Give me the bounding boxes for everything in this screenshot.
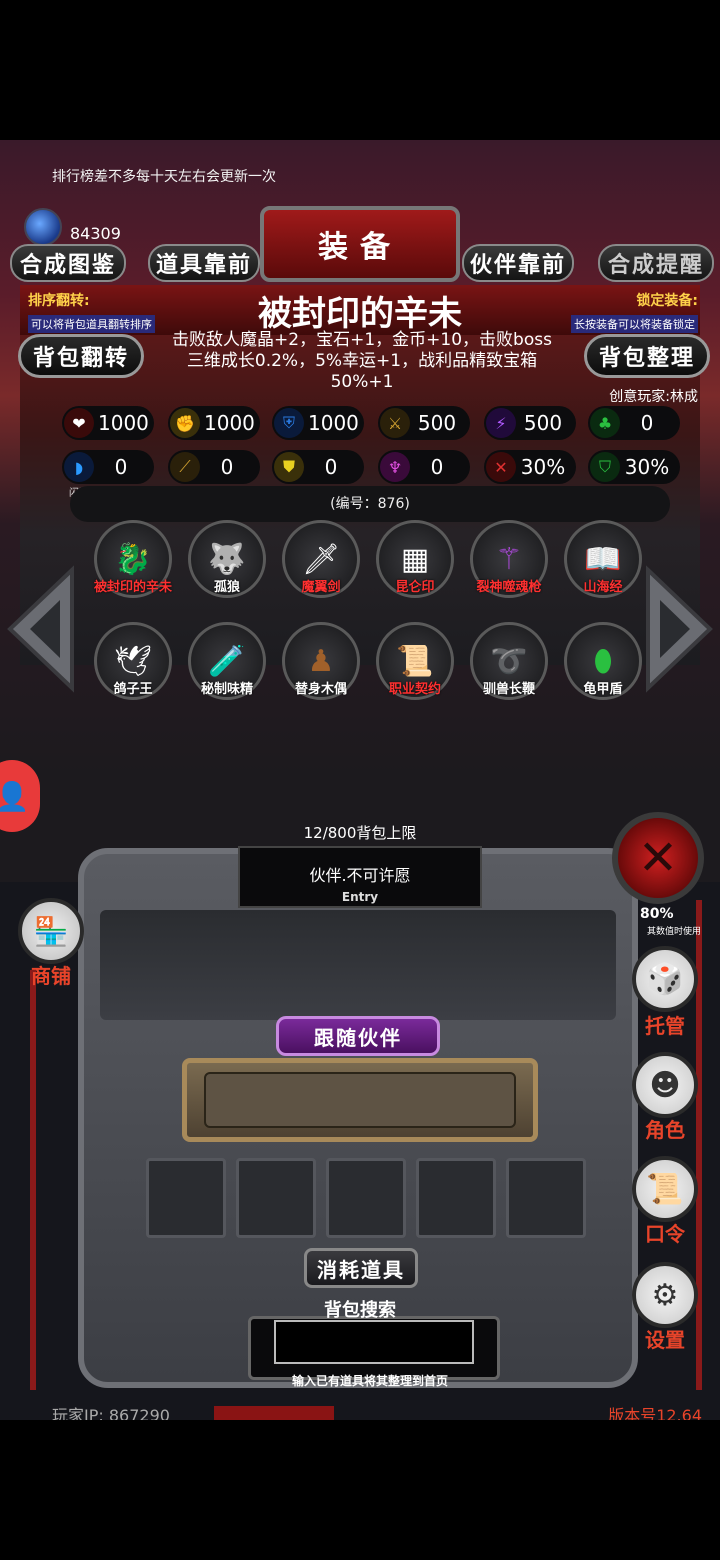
hood-icon: ☻ [649, 1067, 681, 1103]
settings-button[interactable]: ⚙ [632, 1262, 698, 1328]
consumable-slot-5[interactable] [506, 1158, 586, 1238]
lightning-icon: ⚡ [486, 408, 516, 438]
damage-down-icon: ⛉ [590, 452, 620, 482]
shop-button[interactable]: 🏪 [18, 898, 84, 964]
version-number: 版本号12.64 [608, 1406, 702, 1420]
consumable-slot-3[interactable] [326, 1158, 406, 1238]
bag-flip-button[interactable]: 背包翻转 [18, 334, 144, 378]
lock-equip-tag: 锁定装备: [636, 293, 698, 309]
equip-label-12: 龟甲盾 [583, 682, 623, 697]
avatar-button[interactable]: 👤 [0, 760, 40, 832]
armor-icon: ⛨ [274, 408, 304, 438]
search-label: 背包搜索 [324, 1300, 396, 1321]
player-ip: 玩家IP: 867290 [52, 1406, 170, 1420]
prev-page-arrow[interactable] [6, 564, 76, 694]
stat-damage-up: ✕ 30% 增伤 [484, 450, 576, 499]
character-button[interactable]: ☻ [632, 1052, 698, 1118]
dove-icon: 🕊 [113, 643, 153, 679]
item-description: 击败敌人魔晶+2，宝石+1，金币+10，击败boss 三维成长0.2%，5%幸运… [172, 330, 552, 392]
seal-icon: ▦ [400, 541, 430, 577]
close-panel-note: 其数值时使用 [646, 927, 701, 937]
equip-label-6: 山海经 [583, 580, 623, 595]
winged-sword-icon: 🗡 [301, 541, 341, 577]
stat-invincible: ♆ 0 无敌 [378, 450, 470, 499]
code-label: 口令 [645, 1222, 685, 1246]
code-button[interactable]: 📜 [632, 1156, 698, 1222]
auto-button[interactable]: 🎲 [632, 946, 698, 1012]
bag-search-input[interactable] [274, 1320, 474, 1364]
heart-icon: ❤ [64, 408, 94, 438]
items-front-button[interactable]: 道具靠前 [148, 244, 260, 282]
invincible-icon: ♆ [380, 452, 410, 482]
shop-icon: 🏪 [33, 914, 69, 948]
crit-icon: ⟋ [170, 452, 200, 482]
dice-icon: 🎲 [646, 961, 684, 997]
sort-flip-tag: 排序翻转: [28, 293, 90, 309]
chevron-left-icon [7, 565, 74, 693]
consumable-slot-4[interactable] [416, 1158, 496, 1238]
stat-armor: ⛨ 1000 [272, 406, 364, 440]
stat-dodge: ◗ 0 闪避 [62, 450, 154, 499]
contract-icon: 📜 [396, 643, 434, 679]
potion-icon: 🧪 [208, 643, 246, 679]
stat-block: ⛊ 0 格挡 [272, 450, 364, 499]
whip-icon: ➰ [490, 643, 528, 679]
dodge-icon: ◗ [64, 452, 94, 482]
spear-icon: ⚚ [495, 541, 523, 577]
partner-front-button[interactable]: 伙伴靠前 [462, 244, 574, 282]
currency-amount: 84309 [70, 224, 121, 243]
stat-magic: ⚡ 500 [484, 406, 576, 440]
clover-icon: ♣ [590, 408, 620, 438]
frame-accent-left [30, 970, 36, 1390]
wolf-icon: 🐺 [208, 541, 246, 577]
footer-bar [214, 1406, 334, 1420]
close-button[interactable]: ✕ [612, 812, 704, 904]
bag-capacity: 12/800背包上限 [303, 824, 417, 842]
auto-label: 托管 [645, 1014, 685, 1038]
close-panel-pct: 80% [640, 906, 674, 922]
close-icon: ✕ [637, 830, 679, 886]
entry-subtitle: Entry [341, 890, 379, 904]
stat-hp: ❤ 1000 [62, 406, 154, 440]
stat-strength: ✊ 1000 [168, 406, 260, 440]
sort-flip-hint: 可以将背包道具翻转排序 [28, 315, 155, 333]
blue-gem-icon [24, 208, 62, 246]
dragon-icon: 🐉 [114, 541, 152, 577]
stat-crit: ⟋ 0 暴击 [168, 450, 260, 499]
stat-luck: ♣ 0 [588, 406, 680, 440]
scroll-icon: 📜 [646, 1171, 684, 1207]
strength-icon: ✊ [170, 408, 200, 438]
item-name: 被封印的辛未 [258, 294, 462, 334]
book-icon: 📖 [584, 541, 622, 577]
damage-up-icon: ✕ [486, 452, 516, 482]
bag-sort-button[interactable]: 背包整理 [584, 334, 710, 378]
follow-partner-tag: 跟随伙伴 [276, 1016, 440, 1056]
lock-equip-hint: 长按装备可以将装备锁定 [571, 315, 698, 333]
synth-remind-button[interactable]: 合成提醒 [598, 244, 714, 282]
search-hint: 输入已有道具将其整理到首页 [291, 1374, 448, 1388]
settings-label: 设置 [645, 1328, 685, 1352]
consumable-slot-2[interactable] [236, 1158, 316, 1238]
leaderboard-notice: 排行榜差不多每十天左右会更新一次 [52, 169, 276, 185]
consumables-tag: 消耗道具 [304, 1248, 418, 1288]
puppet-icon: ♟ [307, 643, 335, 679]
block-icon: ⛊ [274, 452, 304, 482]
synth-atlas-button[interactable]: 合成图鉴 [10, 244, 126, 282]
stat-attack: ⚔ 500 [378, 406, 470, 440]
stat-damage-down: ⛉ 30% 减伤 [588, 450, 680, 499]
page-title: 装备 [260, 206, 460, 282]
character-label: 角色 [645, 1118, 685, 1142]
partner-slot[interactable] [204, 1072, 516, 1128]
gear-icon: ⚙ [651, 1277, 679, 1313]
shop-label: 商铺 [31, 964, 71, 988]
stone-panel [100, 910, 616, 1020]
user-icon: 👤 [0, 779, 30, 813]
turtle-shield-icon: ⬮ [593, 643, 613, 679]
entry-title: 伙伴.不可许愿 [309, 866, 411, 885]
game-screen: 排行榜差不多每十天左右会更新一次 84309 装备 合成图鉴 道具靠前 伙伴靠前… [0, 140, 720, 1420]
creator-credit: 创意玩家:林成 [609, 389, 698, 405]
consumable-slot-1[interactable] [146, 1158, 226, 1238]
sword-icon: ⚔ [380, 408, 410, 438]
item-serial: (编号：876) [70, 486, 670, 522]
